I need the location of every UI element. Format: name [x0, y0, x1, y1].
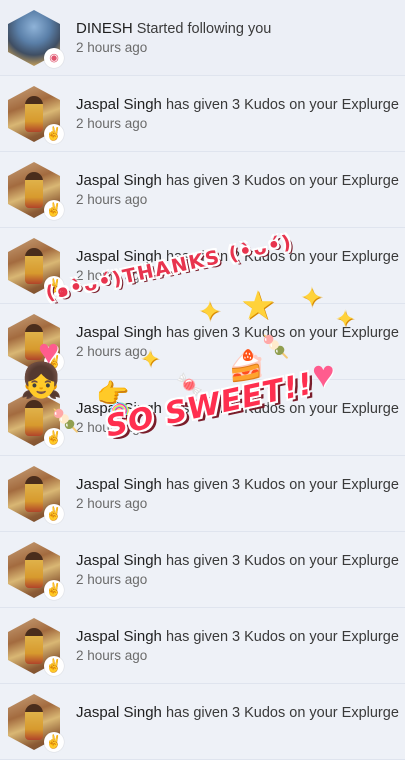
notification-time: 2 hours ago — [76, 268, 148, 283]
notification-action: has given 3 Kudos on your Explurge — [165, 173, 399, 189]
notification-message: Jaspal Singh has given 3 Kudos on your E… — [76, 628, 399, 645]
notification-text: Jaspal Singh has given 3 Kudos on your E… — [76, 476, 399, 511]
notification-message: Jaspal Singh has given 3 Kudos on your E… — [76, 400, 399, 417]
kudos-hand-icon: ✌ — [44, 200, 64, 220]
avatar-figure — [25, 552, 43, 588]
avatar-figure — [25, 704, 43, 740]
kudos-hand-icon: ✌ — [44, 504, 64, 524]
user-name-link[interactable]: Jaspal Singh — [76, 704, 162, 721]
notification-text: Jaspal Singh has given 2 Kudos on your E… — [76, 248, 399, 283]
notification-text: DINESH Started following you 2 hours ago — [76, 20, 399, 55]
notification-action: has given 3 Kudos on your Explurge — [165, 629, 399, 645]
notification-action: has given 2 Kudos on your Explurge — [165, 249, 399, 265]
notification-message: Jaspal Singh has given 3 Kudos on your E… — [76, 552, 399, 569]
notification-time: 2 hours ago — [76, 648, 148, 663]
notification-action: Started following you — [136, 21, 272, 37]
user-name-link[interactable]: Jaspal Singh — [76, 552, 162, 569]
user-name-link[interactable]: Jaspal Singh — [76, 628, 162, 645]
notification-text: Jaspal Singh has given 3 Kudos on your E… — [76, 628, 399, 663]
notification-action: has given 3 Kudos on your Explurge — [165, 97, 399, 113]
notification-action: has given 3 Kudos on your Explurge — [165, 325, 399, 341]
notification-list: ◉ DINESH Started following you 2 hours ago… — [0, 0, 405, 760]
notification-item[interactable]: ✌ Jaspal Singh has given 2 Kudos on your … — [0, 228, 405, 304]
notification-item[interactable]: ✌ Jaspal Singh has given 3 Kudos on your … — [0, 684, 405, 760]
notification-item[interactable]: ✌ Jaspal Singh has given 3 Kudos on your … — [0, 76, 405, 152]
notification-message: DINESH Started following you — [76, 20, 399, 37]
notification-item[interactable]: ✌ Jaspal Singh has given 3 Kudos on your … — [0, 304, 405, 380]
notification-item[interactable]: ✌ Jaspal Singh has given 3 Kudos on your … — [0, 380, 405, 456]
notification-item[interactable]: ✌ Jaspal Singh has given 3 Kudos on your … — [0, 608, 405, 684]
user-name-link[interactable]: Jaspal Singh — [76, 248, 162, 265]
kudos-hand-icon: ✌ — [44, 656, 64, 676]
notification-text: Jaspal Singh has given 3 Kudos on your E… — [76, 172, 399, 207]
user-name-link[interactable]: Jaspal Singh — [76, 400, 162, 417]
kudos-hand-icon: ✌ — [44, 352, 64, 372]
notification-message: Jaspal Singh has given 2 Kudos on your E… — [76, 248, 399, 265]
notification-action: has given 3 Kudos on your Explurge — [165, 401, 399, 417]
notification-action: has given 3 Kudos on your Explurge — [165, 705, 399, 721]
notification-text: Jaspal Singh has given 3 Kudos on your E… — [76, 704, 399, 724]
user-name-link[interactable]: Jaspal Singh — [76, 476, 162, 493]
kudos-hand-icon: ✌ — [44, 276, 64, 296]
avatar-figure — [25, 96, 43, 132]
notification-time: 2 hours ago — [76, 496, 148, 511]
avatar-figure — [25, 324, 43, 360]
notification-item[interactable]: ◉ DINESH Started following you 2 hours ago — [0, 0, 405, 76]
notification-time: 2 hours ago — [76, 40, 148, 55]
notification-message: Jaspal Singh has given 3 Kudos on your E… — [76, 96, 399, 113]
user-name-link[interactable]: Jaspal Singh — [76, 172, 162, 189]
avatar-figure — [25, 172, 43, 208]
follow-badge-icon: ◉ — [44, 48, 64, 68]
user-name-link[interactable]: Jaspal Singh — [76, 324, 162, 341]
notification-text: Jaspal Singh has given 3 Kudos on your E… — [76, 324, 399, 359]
avatar-figure — [25, 248, 43, 284]
notification-action: has given 3 Kudos on your Explurge — [165, 553, 399, 569]
notification-message: Jaspal Singh has given 3 Kudos on your E… — [76, 704, 399, 721]
user-name-link[interactable]: Jaspal Singh — [76, 96, 162, 113]
notification-time: 2 hours ago — [76, 572, 148, 587]
user-name-link[interactable]: DINESH — [76, 20, 133, 37]
notification-text: Jaspal Singh has given 3 Kudos on your E… — [76, 400, 399, 435]
notification-text: Jaspal Singh has given 3 Kudos on your E… — [76, 96, 399, 131]
avatar-figure — [25, 476, 43, 512]
notification-item[interactable]: ✌ Jaspal Singh has given 3 Kudos on your … — [0, 152, 405, 228]
notification-message: Jaspal Singh has given 3 Kudos on your E… — [76, 324, 399, 341]
notification-time: 2 hours ago — [76, 192, 148, 207]
avatar-figure — [25, 628, 43, 664]
notification-item[interactable]: ✌ Jaspal Singh has given 3 Kudos on your … — [0, 456, 405, 532]
kudos-hand-icon: ✌ — [44, 732, 64, 752]
notification-time: 2 hours ago — [76, 420, 148, 435]
notification-action: has given 3 Kudos on your Explurge — [165, 477, 399, 493]
notification-message: Jaspal Singh has given 3 Kudos on your E… — [76, 172, 399, 189]
kudos-hand-icon: ✌ — [44, 124, 64, 144]
notification-text: Jaspal Singh has given 3 Kudos on your E… — [76, 552, 399, 587]
notification-time: 2 hours ago — [76, 116, 148, 131]
kudos-hand-icon: ✌ — [44, 428, 64, 448]
notification-time: 2 hours ago — [76, 344, 148, 359]
notification-item[interactable]: ✌ Jaspal Singh has given 3 Kudos on your … — [0, 532, 405, 608]
kudos-hand-icon: ✌ — [44, 580, 64, 600]
avatar-figure — [25, 400, 43, 436]
notification-message: Jaspal Singh has given 3 Kudos on your E… — [76, 476, 399, 493]
